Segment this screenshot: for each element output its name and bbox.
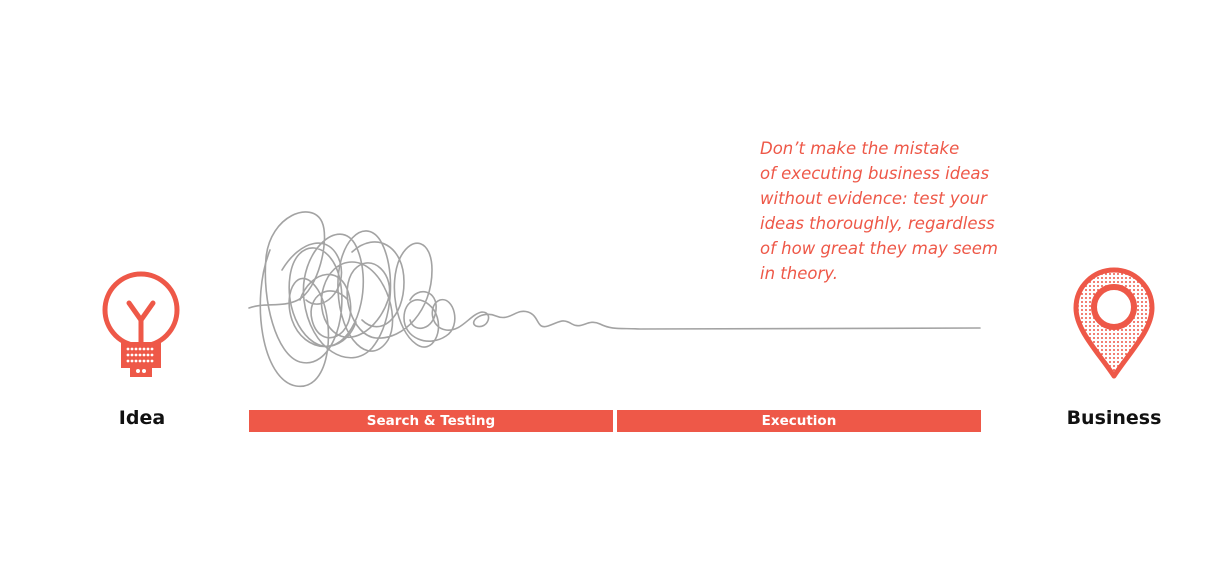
lightbulb-icon bbox=[102, 271, 180, 377]
idea-label: Idea bbox=[118, 407, 166, 429]
map-pin-icon bbox=[1073, 267, 1155, 379]
quote-line: without evidence: test your bbox=[760, 189, 987, 208]
phase-bar-execution: Execution bbox=[617, 410, 981, 432]
quote-text: Don’t make the mistake of executing busi… bbox=[760, 136, 1060, 286]
quote-line: ideas thoroughly, regardless bbox=[760, 214, 995, 233]
quote-line: of how great they may seem bbox=[760, 239, 998, 258]
quote-line: in theory. bbox=[760, 264, 838, 283]
phase-bar-search-testing: Search & Testing bbox=[249, 410, 613, 432]
quote-line: of executing business ideas bbox=[760, 164, 990, 183]
business-label: Business bbox=[1066, 407, 1162, 429]
quote-line: Don’t make the mistake bbox=[760, 139, 960, 158]
